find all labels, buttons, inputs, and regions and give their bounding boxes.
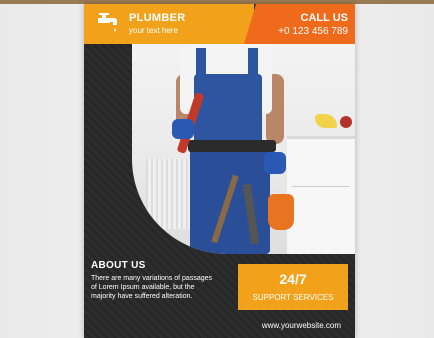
phone-number: +0 123 456 789: [278, 26, 348, 37]
apple-image: [340, 116, 352, 128]
blue-glove-left: [172, 119, 194, 139]
header-left-panel: PLUMBER your text here: [84, 4, 254, 44]
mockup-background: PLUMBER your text here CALL US +0 123 45…: [0, 0, 434, 338]
plumber-flyer: PLUMBER your text here CALL US +0 123 45…: [84, 4, 355, 338]
about-title: ABOUT US: [91, 260, 146, 271]
overall-bib: [194, 74, 262, 146]
blue-glove-right: [264, 152, 286, 174]
orange-work-glove: [268, 194, 294, 230]
flyer-header: PLUMBER your text here CALL US +0 123 45…: [84, 4, 355, 44]
support-hours: 24/7: [279, 271, 307, 287]
support-box: 24/7 SUPPORT SERVICES: [238, 264, 348, 310]
call-us-label: CALL US: [300, 12, 348, 24]
banana-image: [315, 114, 337, 128]
faucet-icon: [98, 13, 117, 32]
drawer-line: [292, 186, 350, 187]
about-text: There are many variations of passages of…: [91, 275, 213, 300]
plumber-title: PLUMBER: [129, 12, 186, 24]
kitchen-counter-image: [287, 136, 355, 254]
support-label: SUPPORT SERVICES: [252, 293, 334, 302]
plumber-subtitle: your text here: [129, 26, 178, 35]
plumber-photo: [132, 44, 355, 254]
website-url: www.yourwebsite.com: [261, 321, 341, 330]
tool-belt: [188, 140, 276, 152]
header-right-panel: [244, 4, 355, 44]
